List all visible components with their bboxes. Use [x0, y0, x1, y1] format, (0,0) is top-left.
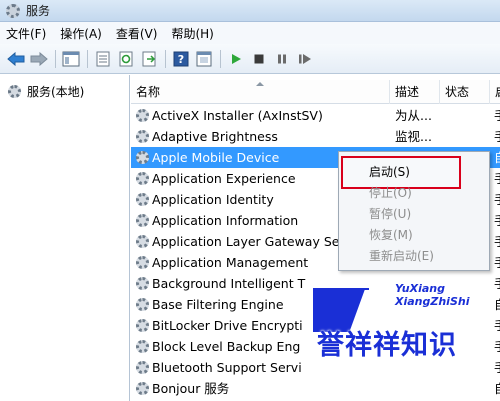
- service-startup-type: 手: [494, 357, 500, 378]
- console-icon[interactable]: [194, 49, 214, 69]
- service-startup-type: 手: [494, 231, 500, 252]
- service-startup-type: 手: [494, 315, 500, 336]
- service-name: Base Filtering Engine: [152, 297, 284, 312]
- service-name: Application Layer Gateway Servi: [152, 234, 356, 249]
- window-title: 服务: [26, 4, 51, 18]
- watermark-roman-line1: YuXiang: [395, 282, 445, 295]
- service-description: 监视...: [395, 129, 432, 144]
- watermark-logo: YuXiang XiangZhiShi 誉祥祥知识: [305, 278, 475, 386]
- services-gear-icon: [8, 85, 21, 98]
- toolbar: ?: [0, 44, 500, 74]
- service-row[interactable]: ActiveX Installer (AxInstSV) 为从... 手: [131, 105, 500, 126]
- menu-help[interactable]: 帮助(H): [171, 25, 213, 42]
- start-service-icon[interactable]: [226, 49, 246, 69]
- service-name: Apple Mobile Device: [152, 150, 280, 165]
- column-headers: 名称 描述 状态 启: [131, 80, 500, 104]
- service-gear-icon: [136, 172, 149, 185]
- help-icon[interactable]: ?: [171, 49, 191, 69]
- column-header-name[interactable]: 名称: [131, 80, 390, 104]
- menu-file[interactable]: 文件(F): [6, 25, 46, 42]
- service-startup-type: 手: [494, 168, 500, 189]
- service-gear-icon: [136, 214, 149, 227]
- export-list-icon[interactable]: [139, 49, 159, 69]
- toolbar-separator: [165, 49, 166, 68]
- service-gear-icon: [136, 193, 149, 206]
- service-gear-icon: [136, 277, 149, 290]
- column-header-description[interactable]: 描述: [390, 80, 440, 104]
- svg-text:?: ?: [178, 53, 184, 66]
- service-gear-icon: [136, 151, 149, 164]
- service-gear-icon: [136, 109, 149, 122]
- stop-service-icon[interactable]: [249, 49, 269, 69]
- tree-item-services-local[interactable]: 服务(本地): [8, 83, 84, 100]
- service-gear-icon: [136, 382, 149, 395]
- window-titlebar: 服务: [0, 0, 500, 22]
- service-gear-icon: [136, 235, 149, 248]
- restart-service-icon[interactable]: [295, 49, 315, 69]
- watermark-chinese-text: 誉祥祥知识: [317, 330, 457, 361]
- back-arrow-icon[interactable]: [6, 49, 26, 69]
- service-name: BitLocker Drive Encrypti: [152, 318, 303, 333]
- forward-arrow-icon[interactable]: [29, 49, 49, 69]
- properties-icon[interactable]: [93, 49, 113, 69]
- service-startup-type: 手: [494, 105, 500, 126]
- tree-item-label: 服务(本地): [27, 85, 85, 99]
- menu-action[interactable]: 操作(A): [60, 25, 102, 42]
- service-gear-icon: [136, 130, 149, 143]
- service-name: ActiveX Installer (AxInstSV): [152, 108, 323, 123]
- context-menu-resume[interactable]: 恢复(M): [369, 225, 413, 245]
- service-name: Application Information: [152, 213, 299, 228]
- column-header-status[interactable]: 状态: [440, 80, 490, 104]
- service-startup-type: 自: [494, 147, 500, 168]
- context-menu-start[interactable]: 启动(S): [369, 162, 410, 182]
- watermark-roman-line2: XiangZhiShi: [395, 295, 470, 308]
- service-gear-icon: [136, 319, 149, 332]
- context-menu: 启动(S) 停止(O) 暂停(U) 恢复(M) 重新启动(E): [338, 151, 490, 271]
- context-menu-restart[interactable]: 重新启动(E): [369, 246, 434, 266]
- service-name: Bluetooth Support Servi: [152, 360, 302, 375]
- service-startup-type: 自: [494, 294, 500, 315]
- menu-view[interactable]: 查看(V): [116, 25, 158, 42]
- toolbar-separator: [220, 49, 221, 68]
- show-tree-icon[interactable]: [61, 49, 81, 69]
- column-header-startup-type[interactable]: 启: [490, 80, 500, 104]
- service-name: Adaptive Brightness: [152, 129, 278, 144]
- toolbar-separator: [87, 49, 88, 68]
- service-gear-icon: [136, 361, 149, 374]
- service-startup-type: 手: [494, 252, 500, 273]
- service-gear-icon: [136, 256, 149, 269]
- service-name: Background Intelligent T: [152, 276, 306, 291]
- service-name: Application Management: [152, 255, 309, 270]
- refresh-icon[interactable]: [116, 49, 136, 69]
- service-name: Application Identity: [152, 192, 274, 207]
- menu-bar: 文件(F) 操作(A) 查看(V) 帮助(H): [0, 22, 500, 44]
- service-name: Bonjour 服务: [152, 381, 230, 396]
- service-startup-type: 手: [494, 126, 500, 147]
- service-startup-type: 手: [494, 273, 500, 294]
- toolbar-separator: [55, 49, 56, 68]
- tree-pane: 服务(本地): [0, 75, 130, 401]
- service-startup-type: 自: [494, 378, 500, 399]
- service-startup-type: 手: [494, 210, 500, 231]
- service-startup-type: 手: [494, 189, 500, 210]
- service-row[interactable]: Adaptive Brightness 监视... 手: [131, 126, 500, 147]
- service-name: Block Level Backup Eng: [152, 339, 301, 354]
- service-name: Application Experience: [152, 171, 296, 186]
- service-description: 为从...: [395, 108, 432, 123]
- service-startup-type: 手: [494, 336, 500, 357]
- service-gear-icon: [136, 340, 149, 353]
- service-gear-icon: [136, 298, 149, 311]
- pause-service-icon[interactable]: [272, 49, 292, 69]
- services-gear-icon: [6, 3, 20, 18]
- context-menu-pause[interactable]: 暂停(U): [369, 204, 411, 224]
- context-menu-stop[interactable]: 停止(O): [369, 183, 412, 203]
